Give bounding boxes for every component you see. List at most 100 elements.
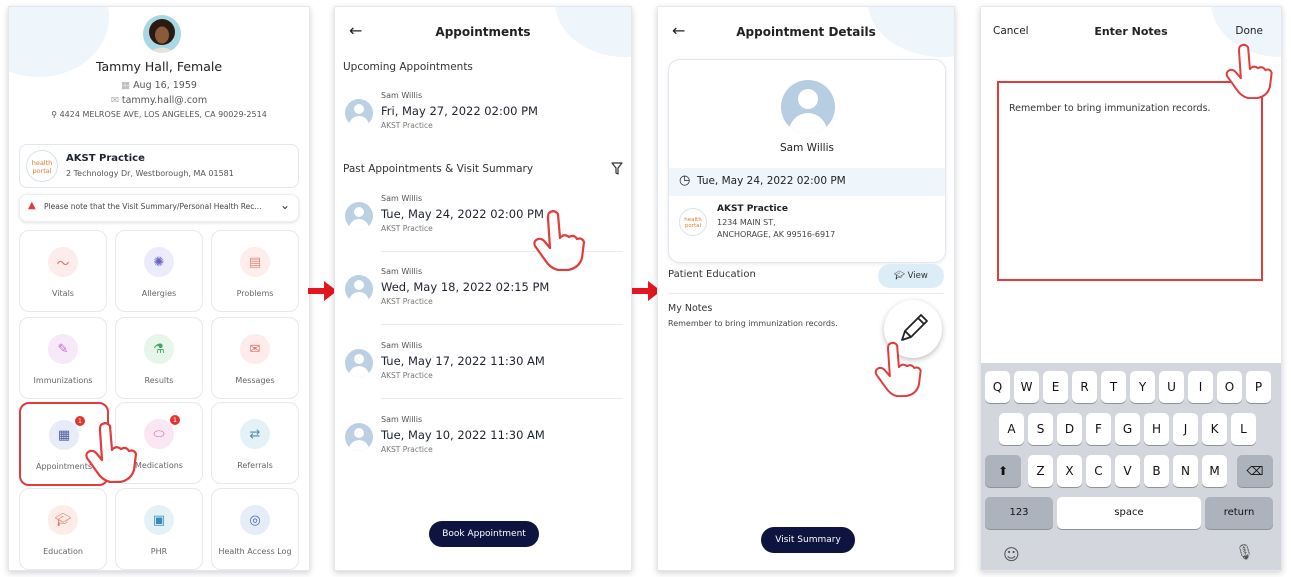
pointing-hand-icon (85, 422, 138, 483)
practice-logo: health portal (26, 150, 58, 182)
tile-label: Referrals (237, 461, 273, 470)
appointment-practice: AKST Practice (381, 297, 433, 306)
shift-icon: ⬆ (997, 464, 1009, 478)
key[interactable]: K (1202, 413, 1227, 445)
key[interactable]: D (1057, 413, 1082, 445)
key[interactable]: J (1173, 413, 1198, 445)
appointment-practice: AKST Practice (381, 121, 433, 130)
key[interactable]: S (1028, 413, 1053, 445)
key[interactable]: O (1217, 371, 1242, 403)
envelope-icon: ✉ (110, 95, 122, 106)
notice-banner[interactable]: ▲ Please note that the Visit Summary/Per… (19, 194, 299, 222)
tile-referrals[interactable]: ⇄ Referrals (211, 402, 299, 484)
key[interactable]: X (1057, 455, 1082, 487)
appointment-date: Tue, May 17, 2022 11:30 AM (381, 354, 545, 368)
tile-health-access-log[interactable]: ◎ Health Access Log (211, 488, 299, 570)
key[interactable]: R (1072, 371, 1097, 403)
key[interactable]: E (1043, 371, 1068, 403)
key[interactable]: Q (985, 371, 1010, 403)
microphone-icon[interactable]: 🎙︎ (1235, 543, 1254, 561)
tile-education[interactable]: 🎓︎ Education (19, 488, 107, 570)
filter-icon[interactable] (611, 162, 623, 176)
appointment-row[interactable]: Sam Willis Tue, May 17, 2022 11:30 AM AK… (343, 337, 623, 399)
tile-phr[interactable]: ▣ PHR (115, 488, 203, 570)
key[interactable]: B (1144, 455, 1169, 487)
provider-avatar (345, 349, 373, 377)
provider-name: Sam Willis (381, 267, 423, 276)
tile-label: Health Access Log (218, 547, 292, 556)
provider-name: Sam Willis (780, 142, 834, 154)
tile-vitals[interactable]: 〜 Vitals (19, 230, 107, 312)
chevron-down-icon[interactable]: ⌄ (280, 198, 290, 212)
key[interactable]: P (1246, 371, 1271, 403)
key[interactable]: V (1115, 455, 1140, 487)
key[interactable]: T (1101, 371, 1126, 403)
visit-summary-button[interactable]: Visit Summary (761, 527, 855, 553)
emoji-icon[interactable]: ☺ (1003, 545, 1020, 564)
notification-badge: 1 (170, 415, 180, 425)
key[interactable]: M (1202, 455, 1227, 487)
keyboard: Q W E R T Y U I O P A S D F G H J K L ⬆ … (981, 363, 1281, 570)
key[interactable]: C (1086, 455, 1111, 487)
location-pin-icon: ⚲ (51, 110, 60, 119)
provider-avatar (345, 275, 373, 303)
patient-dob-row: ▦ Aug 16, 1959 (9, 80, 309, 91)
warning-icon: ▲ (28, 200, 36, 211)
provider-avatar (345, 99, 373, 127)
patient-name: Tammy Hall, Female (95, 59, 223, 74)
shift-key[interactable]: ⬆ (985, 455, 1021, 487)
past-section-title: Past Appointments & Visit Summary (343, 163, 534, 175)
tile-messages[interactable]: ✉ Messages (211, 317, 299, 399)
practice-address-line2: ANCHORAGE, AK 99516-6917 (717, 230, 836, 239)
tile-label: Messages (235, 376, 275, 385)
view-education-button[interactable]: 🎓︎ View (878, 264, 944, 288)
tile-immunizations[interactable]: ✎ Immunizations (19, 317, 107, 399)
graduation-cap-icon: 🎓︎ (48, 505, 78, 535)
mail-icon: ✉ (240, 334, 270, 364)
syringe-icon: ✎ (48, 334, 78, 364)
calendar-icon: ▦ (49, 420, 79, 450)
tile-label: Immunizations (33, 376, 93, 385)
appointment-row-upcoming[interactable]: Sam Willis Fri, May 27, 2022 02:00 PM AK… (343, 87, 623, 149)
key[interactable]: L (1231, 413, 1256, 445)
return-key[interactable]: return (1205, 497, 1273, 529)
key[interactable]: W (1014, 371, 1039, 403)
tile-results[interactable]: ⚗ Results (115, 317, 203, 399)
key[interactable]: Z (1028, 455, 1053, 487)
graduation-cap-icon: 🎓︎ (894, 271, 908, 281)
done-button[interactable]: Done (1235, 25, 1263, 37)
notes-text: Remember to bring immunization records. (1009, 103, 1211, 114)
patient-address-row: ⚲ 4424 MELROSE AVE, LOS ANGELES, CA 9002… (9, 110, 309, 119)
appointment-row[interactable]: Sam Willis Tue, May 10, 2022 11:30 AM AK… (343, 411, 623, 473)
practice-address-line1: 1234 MAIN ST, (717, 218, 776, 227)
tile-allergies[interactable]: ✺ Allergies (115, 230, 203, 312)
key[interactable]: I (1188, 371, 1213, 403)
practice-card[interactable]: health portal AKST Practice 2 Technology… (19, 144, 299, 188)
patient-avatar (143, 15, 181, 53)
patient-address: 4424 MELROSE AVE, LOS ANGELES, CA 90029-… (59, 110, 267, 119)
key[interactable]: G (1115, 413, 1140, 445)
key[interactable]: H (1144, 413, 1169, 445)
patient-education-label: Patient Education (668, 269, 756, 280)
key[interactable]: N (1173, 455, 1198, 487)
backspace-key[interactable]: ⌫ (1237, 455, 1273, 487)
document-icon: ▤ (240, 247, 270, 277)
heartbeat-icon: 〜 (48, 247, 78, 277)
access-log-icon: ◎ (240, 505, 270, 535)
key[interactable]: U (1159, 371, 1184, 403)
appointment-row[interactable]: Sam Willis Wed, May 18, 2022 02:15 PM AK… (343, 263, 623, 325)
pointing-hand-icon (874, 341, 922, 397)
key[interactable]: Y (1130, 371, 1155, 403)
space-key[interactable]: space (1057, 497, 1201, 529)
tile-problems[interactable]: ▤ Problems (211, 230, 299, 312)
enter-notes-screen: Cancel Enter Notes Done Remember to brin… (980, 6, 1282, 571)
book-appointment-button[interactable]: Book Appointment (429, 521, 539, 547)
referral-icon: ⇄ (240, 419, 270, 449)
key[interactable]: A (999, 413, 1024, 445)
notes-textarea[interactable]: Remember to bring immunization records. (997, 81, 1263, 281)
key[interactable]: F (1086, 413, 1111, 445)
appointment-practice: AKST Practice (381, 445, 433, 454)
appointment-details-screen: ← Appointment Details Sam Willis ◷ Tue, … (657, 6, 955, 571)
notice-text: Please note that the Visit Summary/Perso… (44, 202, 262, 211)
numbers-key[interactable]: 123 (985, 497, 1053, 529)
